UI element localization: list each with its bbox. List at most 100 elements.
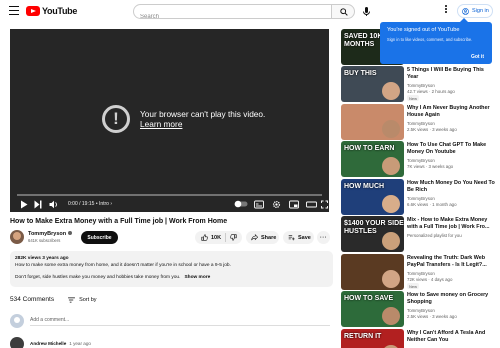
- comment-count: 534 Comments: [10, 296, 55, 303]
- thumbnail-text: HOW MUCH: [344, 183, 385, 190]
- sort-comments-button[interactable]: Sort by: [68, 297, 97, 303]
- search-box: [133, 4, 332, 24]
- new-badge: New: [407, 283, 420, 289]
- thumbnail-person: [382, 307, 400, 325]
- recommended-meta: 72K views · 4 days ago: [407, 277, 453, 282]
- got-it-button[interactable]: Got it: [471, 54, 484, 60]
- recommended-title: 5 Things I Will Be Buying This Year: [407, 67, 484, 80]
- channel-name-text: TommyBryson: [28, 231, 67, 237]
- comment-author[interactable]: Andrew Michelle 1 year ago: [30, 341, 91, 346]
- thumbnail-text: HOW TO EARN: [344, 145, 395, 152]
- description-text: Don't forget, side hustles make you mone…: [15, 275, 181, 280]
- add-comment-input[interactable]: [30, 316, 330, 326]
- recommended-video[interactable]: Revealing the Truth: Dark Web PayPal Tra…: [341, 254, 496, 290]
- player-controls: 0:00 / 19:15 • Intro ›: [10, 198, 329, 212]
- miniplayer-icon[interactable]: [289, 200, 299, 209]
- recommended-channel: TommyBryson: [407, 271, 435, 276]
- menu-icon[interactable]: [9, 6, 19, 15]
- learn-more-link[interactable]: Learn more: [140, 119, 265, 129]
- user-avatar: [10, 314, 24, 328]
- video-title: How to Make Extra Money with a Full Time…: [10, 218, 228, 225]
- video-thumbnail[interactable]: HOW TO SAVE: [341, 291, 404, 327]
- recommended-title: Revealing the Truth: Dark Web PayPal Tra…: [407, 255, 487, 268]
- search-button[interactable]: [331, 4, 355, 19]
- recommended-channel: Personalized playlist for you: [407, 233, 462, 238]
- thumbnail-person: [382, 157, 400, 175]
- comment-time: 1 year ago: [69, 341, 91, 346]
- like-count: 10K: [211, 234, 222, 241]
- error-icon: [102, 105, 130, 133]
- recommended-video[interactable]: HOW MUCH How Much Money Do You Need To Be…: [341, 179, 496, 215]
- save-label: Save: [298, 234, 311, 241]
- fullscreen-icon[interactable]: [321, 200, 328, 209]
- signed-out-tooltip: You're signed out of YouTube Sign in to …: [380, 18, 492, 64]
- tooltip-title: You're signed out of YouTube: [387, 27, 460, 33]
- description-box[interactable]: 282K views 3 years ago How to make some …: [10, 251, 333, 287]
- recommended-title: How Much Money Do You Need To Be Rich: [407, 180, 495, 193]
- video-thumbnail[interactable]: $1400 YOUR SIDE HUSTLES: [341, 216, 404, 252]
- recommended-video[interactable]: $1400 YOUR SIDE HUSTLES Mix - How to Make…: [341, 216, 496, 252]
- channel-name[interactable]: TommyBryson: [28, 231, 73, 237]
- recommended-video[interactable]: HOW TO SAVE How to Save money on Grocery …: [341, 291, 496, 327]
- autoplay-toggle-icon[interactable]: [234, 200, 248, 208]
- channel-avatar[interactable]: [10, 230, 24, 244]
- save-button[interactable]: Save: [283, 231, 314, 244]
- search-input[interactable]: [134, 10, 331, 24]
- video-thumbnail[interactable]: [341, 104, 404, 140]
- recommended-video[interactable]: HOW TO EARN How To Use Chat GPT To Make M…: [341, 141, 496, 177]
- recommended-meta: 2.5K views · 3 weeks ago: [407, 127, 457, 132]
- play-icon[interactable]: [20, 200, 28, 209]
- recommended-channel: TommyBryson: [407, 83, 435, 88]
- time-display: 0:00 / 19:15 • Intro ›: [68, 201, 112, 207]
- video-thumbnail[interactable]: [341, 254, 404, 290]
- recommended-video[interactable]: Why I Am Never Buying Another House Agai…: [341, 104, 496, 140]
- recommended-meta: 2.5K views · 3 weeks ago: [407, 314, 457, 319]
- sign-in-button[interactable]: Sign in: [457, 4, 493, 18]
- like-button[interactable]: 10K: [195, 233, 226, 242]
- recommended-title: How To Use Chat GPT To Make Money On You…: [407, 142, 487, 155]
- thumbnail-person: [382, 82, 400, 100]
- subscriber-count: 641K subscribers: [28, 238, 61, 243]
- recommended-title: Mix - How to Make Extra Money with a Ful…: [407, 217, 490, 230]
- tooltip-body: Sign in to like videos, comment, and sub…: [387, 37, 473, 42]
- progress-bar[interactable]: [17, 194, 322, 196]
- new-badge: New: [407, 95, 420, 101]
- settings-menu-icon[interactable]: [444, 5, 448, 17]
- search-icon: [340, 8, 348, 16]
- share-button[interactable]: Share: [246, 231, 279, 244]
- thumbnail-person: [382, 120, 400, 138]
- more-actions-button[interactable]: ···: [317, 231, 330, 244]
- recommended-meta: 7K views · 3 weeks ago: [407, 164, 454, 169]
- logo-text: YouTube: [42, 6, 78, 16]
- chapter-title[interactable]: Intro: [99, 201, 109, 207]
- youtube-logo-icon: [26, 6, 40, 16]
- share-icon: [251, 234, 258, 241]
- playback-error: Your browser can't play this video. Lear…: [102, 105, 265, 133]
- microphone-icon[interactable]: [360, 5, 373, 18]
- thumbnail-text: RETURN IT: [344, 333, 382, 340]
- recommended-meta: 42.7 views · 2 hours ago: [407, 89, 455, 94]
- sign-in-label: Sign in: [472, 8, 489, 14]
- recommended-video[interactable]: RETURN IT Why I Can't Afford A Tesla And …: [341, 329, 496, 348]
- video-thumbnail[interactable]: RETURN IT: [341, 329, 404, 348]
- show-more-button[interactable]: Show more: [184, 275, 210, 280]
- volume-icon[interactable]: [49, 200, 59, 209]
- thumbnail-text: $1400 YOUR SIDE HUSTLES: [344, 220, 404, 235]
- youtube-logo[interactable]: YouTube: [26, 5, 77, 17]
- video-thumbnail[interactable]: HOW TO EARN: [341, 141, 404, 177]
- verified-badge-icon: [68, 231, 73, 235]
- recommended-channel: TommyBryson: [407, 121, 435, 126]
- comments-header: 534 Comments Sort by: [10, 296, 97, 303]
- subscribe-button[interactable]: Subscribe: [81, 231, 118, 244]
- thumbnail-person: [382, 270, 400, 288]
- settings-gear-icon[interactable]: [272, 200, 281, 209]
- recommended-video[interactable]: BUY THIS 5 Things I Will Be Buying This Y…: [341, 66, 496, 102]
- next-icon[interactable]: [34, 200, 42, 209]
- video-thumbnail[interactable]: BUY THIS: [341, 66, 404, 102]
- video-player[interactable]: Your browser can't play this video. Lear…: [10, 29, 329, 212]
- subtitles-icon[interactable]: [254, 200, 264, 209]
- dislike-button[interactable]: [226, 234, 237, 241]
- commenter-avatar[interactable]: [10, 337, 24, 348]
- theater-mode-icon[interactable]: [306, 200, 317, 209]
- video-thumbnail[interactable]: HOW MUCH: [341, 179, 404, 215]
